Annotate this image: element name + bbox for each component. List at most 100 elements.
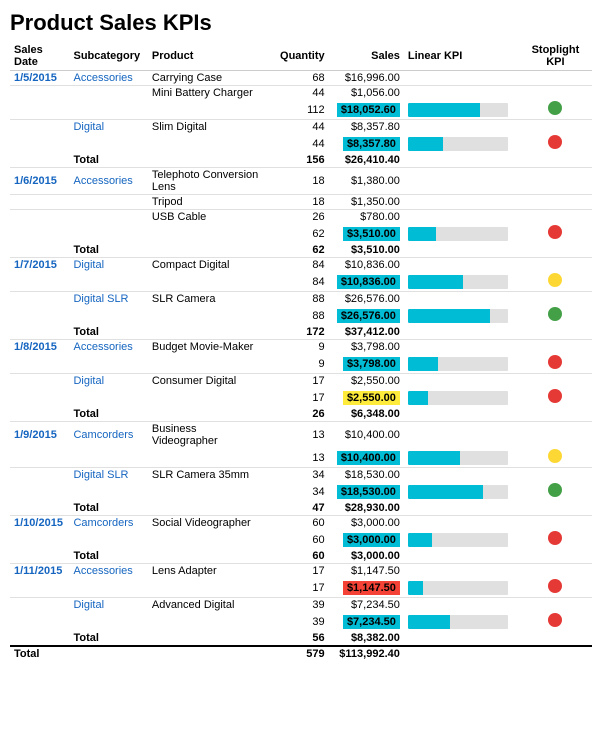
qty-cell: 88 xyxy=(268,292,329,307)
product-cell xyxy=(148,388,268,407)
table-row: DigitalAdvanced Digital39$7,234.50 xyxy=(10,598,592,613)
product-cell xyxy=(148,354,268,374)
linear-cell xyxy=(404,100,519,120)
linear-cell xyxy=(404,243,519,258)
total-label: Total xyxy=(69,631,147,646)
qty-cell: 84 xyxy=(268,272,329,292)
table-row: 1/9/2015CamcordersBusiness Videographer1… xyxy=(10,422,592,449)
total-row: Total47$28,930.00 xyxy=(10,501,592,516)
product-cell xyxy=(148,407,268,422)
table-row: 1/7/2015DigitalCompact Digital84$10,836.… xyxy=(10,258,592,273)
header-product: Product xyxy=(148,42,268,71)
highlight-sales: $3,000.00 xyxy=(343,533,400,547)
date-cell xyxy=(10,134,69,153)
grand-total-label: Total xyxy=(10,646,69,661)
qty-cell: 60 xyxy=(268,530,329,549)
stop-cell xyxy=(519,86,592,101)
linear-cell xyxy=(404,195,519,210)
subtotal-row: 34$18,530.00 xyxy=(10,482,592,501)
date-cell xyxy=(10,195,69,210)
sales-cell: $7,234.50 xyxy=(329,598,404,613)
subcategory-cell xyxy=(69,224,147,243)
sales-cell: $3,798.00 xyxy=(329,340,404,355)
highlight-sales: $10,400.00 xyxy=(337,451,400,465)
linear-cell xyxy=(404,374,519,389)
table-row: Mini Battery Charger44$1,056.00 xyxy=(10,86,592,101)
linear-cell xyxy=(404,448,519,468)
table-row: DigitalSlim Digital44$8,357.80 xyxy=(10,120,592,135)
highlight-sales: $26,576.00 xyxy=(337,309,400,323)
subcategory-cell: Digital xyxy=(69,120,147,135)
highlight-sales: $3,510.00 xyxy=(343,227,400,241)
subcategory-cell: Digital xyxy=(69,598,147,613)
linear-cell xyxy=(404,258,519,273)
stop-cell xyxy=(519,272,592,292)
date-cell: 1/8/2015 xyxy=(10,340,69,355)
subcategory-cell: Digital xyxy=(69,374,147,389)
product-cell: Tripod xyxy=(148,195,268,210)
product-cell: Advanced Digital xyxy=(148,598,268,613)
sales-cell: $1,147.50 xyxy=(329,578,404,598)
linear-kpi-bar xyxy=(408,391,508,405)
date-cell xyxy=(10,612,69,631)
date-cell xyxy=(10,210,69,225)
qty-cell: 112 xyxy=(268,100,329,120)
sales-cell: $1,350.00 xyxy=(329,195,404,210)
stop-cell xyxy=(519,153,592,168)
stop-cell xyxy=(519,71,592,86)
qty-cell: 44 xyxy=(268,86,329,101)
qty-cell: 44 xyxy=(268,120,329,135)
table-row: 1/5/2015AccessoriesCarrying Case68$16,99… xyxy=(10,71,592,86)
sales-cell: $10,400.00 xyxy=(329,448,404,468)
table-row: DigitalConsumer Digital17$2,550.00 xyxy=(10,374,592,389)
linear-cell xyxy=(404,422,519,449)
qty-cell: 47 xyxy=(268,501,329,516)
stop-cell xyxy=(519,407,592,422)
subtotal-row: 17$2,550.00 xyxy=(10,388,592,407)
stoplight-circle-red xyxy=(548,355,562,369)
subtotal-row: 39$7,234.50 xyxy=(10,612,592,631)
qty-cell: 172 xyxy=(268,325,329,340)
total-label: Total xyxy=(69,407,147,422)
table-row: 1/11/2015AccessoriesLens Adapter17$1,147… xyxy=(10,564,592,579)
qty-cell: 39 xyxy=(268,598,329,613)
linear-cell xyxy=(404,354,519,374)
date-cell: 1/7/2015 xyxy=(10,258,69,273)
total-row: Total26$6,348.00 xyxy=(10,407,592,422)
date-cell xyxy=(10,549,69,564)
sales-cell: $37,412.00 xyxy=(329,325,404,340)
linear-cell xyxy=(404,71,519,86)
subcategory-cell xyxy=(69,86,147,101)
linear-cell xyxy=(404,407,519,422)
stop-cell xyxy=(519,612,592,631)
subcategory-cell: Accessories xyxy=(69,564,147,579)
product-cell xyxy=(148,448,268,468)
stoplight-circle-red xyxy=(548,579,562,593)
table-row: Tripod18$1,350.00 xyxy=(10,195,592,210)
qty-cell: 62 xyxy=(268,243,329,258)
stop-cell xyxy=(519,578,592,598)
linear-kpi-bar xyxy=(408,275,508,289)
stop-cell xyxy=(519,448,592,468)
sales-cell: $7,234.50 xyxy=(329,612,404,631)
qty-cell: 88 xyxy=(268,306,329,325)
linear-cell xyxy=(404,631,519,646)
linear-cell xyxy=(404,272,519,292)
product-cell: SLR Camera 35mm xyxy=(148,468,268,483)
sales-cell: $3,000.00 xyxy=(329,516,404,531)
sales-cell: $1,056.00 xyxy=(329,86,404,101)
linear-kpi-bar xyxy=(408,485,508,499)
highlight-sales: $1,147.50 xyxy=(343,581,400,595)
qty-cell: 156 xyxy=(268,153,329,168)
subtotal-row: 60 $3,000.00 xyxy=(10,530,592,549)
stop-cell xyxy=(519,292,592,307)
subtotal-row: 17$1,147.50 xyxy=(10,578,592,598)
linear-cell xyxy=(404,578,519,598)
subcategory-cell xyxy=(69,272,147,292)
linear-kpi-bar xyxy=(408,615,508,629)
date-cell xyxy=(10,306,69,325)
subcategory-cell xyxy=(69,134,147,153)
product-cell xyxy=(148,530,268,549)
subcategory-cell: Accessories xyxy=(69,340,147,355)
qty-cell: 18 xyxy=(268,168,329,195)
